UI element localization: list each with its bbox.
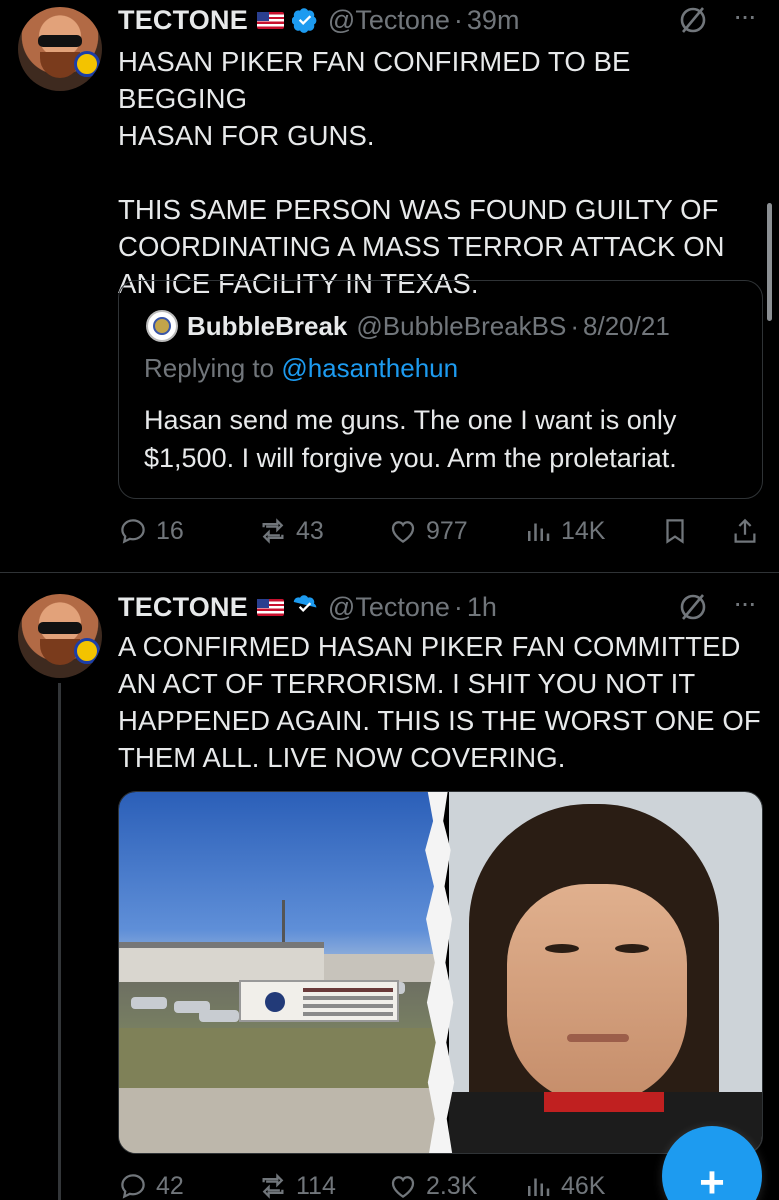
quoted-author-name[interactable]: BubbleBreak: [187, 311, 347, 342]
verified-badge-icon: [291, 8, 317, 33]
author-name[interactable]: TECTONE: [118, 5, 248, 36]
heart-icon: [391, 1176, 415, 1198]
quoted-author-handle[interactable]: @BubbleBreakBS: [356, 311, 566, 342]
like-count: 2.3K: [426, 1171, 478, 1200]
reply-button[interactable]: 16: [118, 511, 184, 551]
us-flag-icon: [256, 11, 284, 29]
thread-connector-line: [58, 683, 61, 1200]
views-button[interactable]: 46K: [523, 1166, 605, 1200]
quoted-tweet[interactable]: BubbleBreak @BubbleBreakBS · 8/20/21 Rep…: [118, 280, 763, 499]
quoted-tweet-date: 8/20/21: [583, 310, 670, 341]
replying-to-prefix: Replying to: [144, 353, 282, 383]
reply-button[interactable]: 42: [118, 1166, 184, 1200]
repost-count: 114: [296, 1171, 336, 1200]
repost-count: 43: [296, 516, 324, 545]
reply-count: 42: [156, 1171, 184, 1200]
author-handle[interactable]: @Tectone: [328, 5, 450, 36]
plus-icon: +: [699, 1158, 725, 1200]
quoted-author-avatar[interactable]: [146, 310, 178, 342]
views-button[interactable]: 14K: [523, 511, 605, 551]
author-avatar[interactable]: [18, 594, 102, 678]
tweet-1[interactable]: TECTONE @Tectone · 39m ··· HASAN PIKER F…: [0, 0, 779, 572]
mugshot-photo[interactable]: [449, 792, 762, 1153]
share-button[interactable]: [730, 511, 768, 551]
repost-icon: [262, 518, 284, 544]
detention-facility-photo[interactable]: [119, 792, 441, 1153]
grok-icon[interactable]: [675, 2, 711, 38]
more-options-icon[interactable]: ···: [726, 2, 762, 38]
bookmark-icon: [666, 519, 684, 544]
tweet-actions: 16 43 977 14K: [0, 511, 779, 551]
quoted-tweet-header: BubbleBreak @BubbleBreakBS · 8/20/21: [187, 308, 670, 344]
bookmark-button[interactable]: [660, 511, 698, 551]
repost-button[interactable]: 114: [258, 1166, 336, 1200]
repost-button[interactable]: 43: [258, 511, 324, 551]
grok-icon[interactable]: [675, 589, 711, 625]
separator-dot: ·: [453, 4, 463, 35]
more-options-icon[interactable]: ···: [726, 589, 762, 625]
replying-to-mention[interactable]: @hasanthehun: [281, 353, 458, 383]
view-count: 14K: [561, 516, 606, 545]
author-handle[interactable]: @Tectone: [328, 592, 450, 623]
scrollbar-thumb[interactable]: [767, 203, 772, 321]
reply-icon: [121, 519, 145, 544]
separator-dot: ·: [570, 310, 580, 341]
verified-badge-icon: [293, 595, 317, 612]
replying-to-line: Replying to @hasanthehun: [144, 353, 458, 384]
tweet-header: TECTONE @Tectone · 1h: [118, 589, 497, 625]
like-button[interactable]: 2.3K: [388, 1166, 477, 1200]
heart-icon: [391, 521, 415, 543]
tweet-header: TECTONE @Tectone · 39m: [118, 2, 519, 38]
views-icon: [528, 1178, 550, 1196]
us-flag-icon: [256, 598, 284, 616]
tweet-timestamp[interactable]: 39m: [467, 5, 520, 36]
reply-count: 16: [156, 516, 184, 545]
quoted-tweet-text: Hasan send me guns. The one I want is on…: [144, 405, 677, 473]
like-count: 977: [426, 516, 468, 545]
share-icon: [734, 518, 756, 543]
views-icon: [528, 523, 550, 541]
view-count: 46K: [561, 1171, 606, 1200]
author-avatar[interactable]: [18, 7, 102, 91]
tweet-timestamp[interactable]: 1h: [467, 592, 497, 623]
tweet-media[interactable]: [118, 791, 763, 1154]
author-name[interactable]: TECTONE: [118, 592, 248, 623]
repost-icon: [262, 1173, 284, 1199]
reply-icon: [121, 1174, 145, 1199]
like-button[interactable]: 977: [388, 511, 468, 551]
tweet-text: A CONFIRMED HASAN PIKER FAN COMMITTED AN…: [118, 631, 761, 773]
separator-dot: ·: [453, 591, 463, 622]
tweet-text: HASAN PIKER FAN CONFIRMED TO BE BEGGING …: [118, 46, 725, 299]
